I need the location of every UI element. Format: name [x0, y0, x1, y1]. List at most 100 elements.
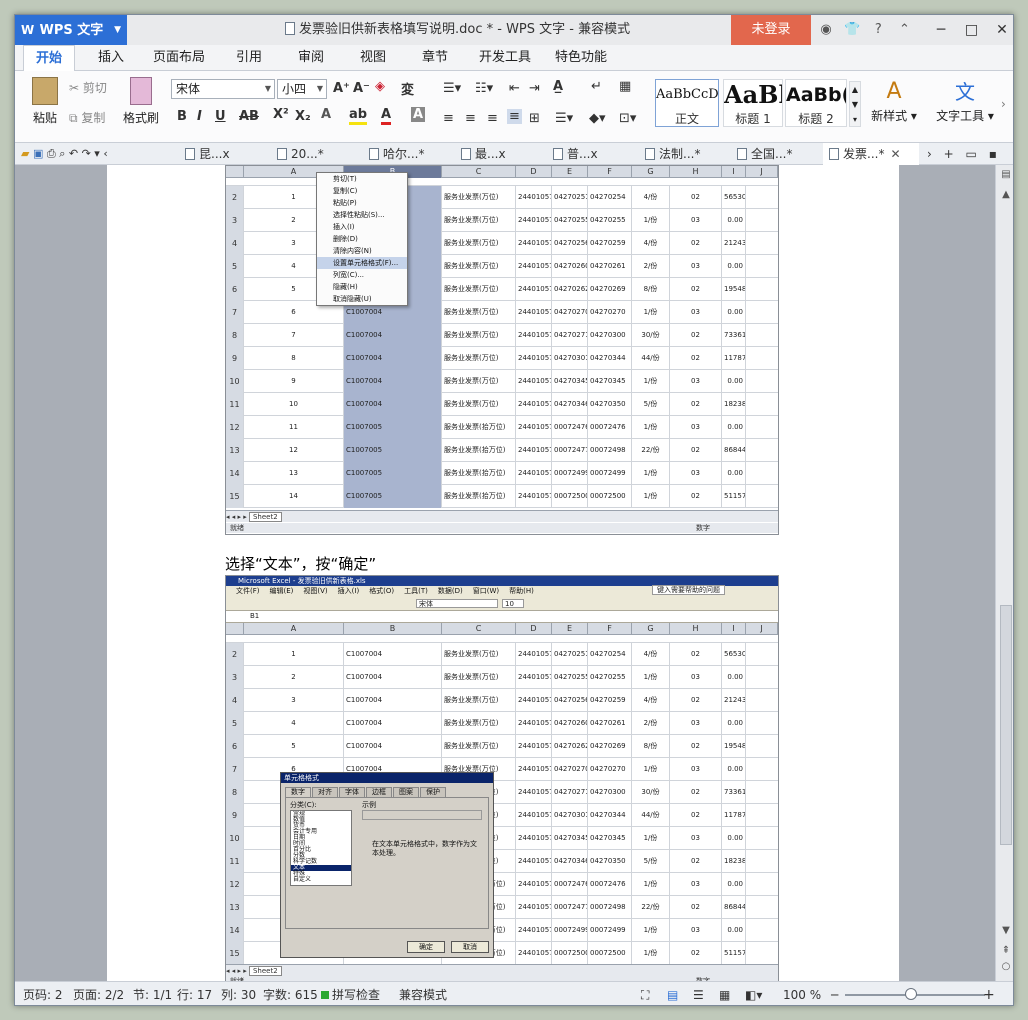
table-cell[interactable]: 04270300 [588, 324, 632, 347]
sheet-tab[interactable]: Sheet2 [248, 966, 282, 976]
char-shading-icon[interactable]: A [411, 107, 426, 122]
table-cell[interactable]: 04270350 [588, 393, 632, 416]
doc-tab-6[interactable]: 法制...* [639, 143, 731, 165]
table-cell[interactable]: 服务业发票(万位) [442, 278, 516, 301]
table-cell[interactable]: C1007005 [344, 416, 442, 439]
table-cell[interactable]: 182382.38 [722, 850, 746, 873]
prev-page-icon[interactable]: ⇞ [996, 945, 1013, 956]
table-cell[interactable]: C1007004 [344, 712, 442, 735]
decrease-indent-icon[interactable]: ⇤ [509, 81, 520, 96]
table-cell[interactable]: 00072500 [552, 942, 588, 965]
row-header[interactable]: 8 [226, 324, 244, 347]
column-header[interactable]: D [516, 623, 552, 635]
table-cell[interactable]: 04270344 [588, 804, 632, 827]
doc-tab-1[interactable]: 昆...x [179, 143, 271, 165]
excel-menu-item[interactable]: 编辑(E) [270, 586, 294, 597]
context-menu-item[interactable]: 剪切(T) [317, 173, 407, 185]
tab-chapter[interactable]: 章节 [411, 45, 459, 71]
table-cell[interactable]: 02 [670, 186, 722, 209]
close-icon[interactable]: ✕ [890, 147, 900, 161]
table-cell[interactable]: 00072477 [552, 896, 588, 919]
table-cell[interactable]: 44/份 [632, 804, 670, 827]
table-cell[interactable]: 7 [244, 324, 344, 347]
table-cell[interactable]: 04270269 [588, 278, 632, 301]
table-cell[interactable]: 0.00 [722, 666, 746, 689]
table-cell[interactable]: 244010570051 [516, 462, 552, 485]
table-cell[interactable]: 0.00 [722, 827, 746, 850]
table-cell[interactable]: 服务业发票(万位) [442, 301, 516, 324]
table-cell[interactable]: 244010570041 [516, 324, 552, 347]
table-cell[interactable]: 03 [670, 255, 722, 278]
excel-menu-item[interactable]: 数据(D) [438, 586, 463, 597]
save-icon[interactable]: ▣ [33, 147, 43, 160]
table-cell[interactable]: 244010570041 [516, 232, 552, 255]
row-header[interactable]: 10 [226, 370, 244, 393]
table-cell[interactable]: 04270270 [588, 758, 632, 781]
table-cell[interactable]: 244010570041 [516, 666, 552, 689]
fullscreen-icon[interactable]: ⛶ [641, 982, 649, 1005]
tab-review[interactable]: 审阅 [287, 45, 335, 71]
table-cell[interactable]: 0.00 [722, 255, 746, 278]
table-cell[interactable]: 244010570041 [516, 643, 552, 666]
tab-menu-icon[interactable]: ▪ [989, 147, 997, 161]
row-header[interactable]: 10 [226, 827, 244, 850]
table-cell[interactable]: 8684490.00 [722, 439, 746, 462]
table-cell[interactable]: 212432.57 [722, 232, 746, 255]
table-cell[interactable]: 00072476 [588, 873, 632, 896]
table-cell[interactable]: 02 [670, 485, 722, 508]
borders-icon[interactable]: ⊡▾ [619, 111, 636, 126]
table-cell[interactable]: 244010570041 [516, 758, 552, 781]
table-cell[interactable]: 服务业发票(万位) [442, 255, 516, 278]
customize-icon[interactable]: ▾ [94, 147, 100, 160]
context-menu-item[interactable]: 隐藏(H) [317, 281, 407, 293]
table-cell[interactable]: 195488.39 [722, 735, 746, 758]
table-cell[interactable]: 03 [670, 919, 722, 942]
open-icon[interactable]: ▰ [21, 147, 29, 160]
row-header[interactable]: 4 [226, 689, 244, 712]
table-cell[interactable]: 03 [670, 462, 722, 485]
row-header[interactable]: 12 [226, 416, 244, 439]
tab-home[interactable]: 开始 [23, 45, 75, 72]
ok-button[interactable]: 确定 [407, 941, 445, 953]
table-cell[interactable]: 511579.31 [722, 942, 746, 965]
table-cell[interactable]: 195488.39 [722, 278, 746, 301]
table-cell[interactable]: 00072499 [552, 462, 588, 485]
table-cell[interactable]: 244010570051 [516, 485, 552, 508]
table-cell[interactable]: 03 [670, 370, 722, 393]
table-cell[interactable]: C1007004 [344, 735, 442, 758]
column-header[interactable]: C [442, 623, 516, 635]
context-menu-item[interactable]: 复制(C) [317, 185, 407, 197]
table-cell[interactable]: 733614.70 [722, 324, 746, 347]
table-cell[interactable]: 00072499 [588, 919, 632, 942]
table-cell[interactable]: 00072500 [552, 485, 588, 508]
spell-check-toggle[interactable]: 拼写检查 [321, 982, 380, 1005]
table-cell[interactable]: 服务业发票(万位) [442, 186, 516, 209]
grow-font-icon[interactable]: A⁺ [333, 81, 350, 96]
table-cell[interactable]: 04270262 [552, 735, 588, 758]
cut-button[interactable]: ✂ 剪切 [69, 79, 107, 96]
table-cell[interactable]: 4/份 [632, 232, 670, 255]
table-cell[interactable]: 02 [670, 804, 722, 827]
highlight-icon[interactable]: ab [349, 107, 368, 125]
column-header[interactable]: B [344, 623, 442, 635]
table-cell[interactable]: 56530.72 [722, 643, 746, 666]
outline-view-icon[interactable]: ☰ [693, 982, 704, 1005]
style-heading-2[interactable]: AaBb( 标题 2 [785, 79, 847, 127]
table-cell[interactable]: 04270255 [552, 209, 588, 232]
table-cell[interactable]: 00072498 [588, 439, 632, 462]
table-cell[interactable]: 1178705.58 [722, 804, 746, 827]
select-all-corner[interactable] [226, 166, 244, 178]
table-cell[interactable]: 服务业发票(万位) [442, 393, 516, 416]
tab-features[interactable]: 特色功能 [549, 45, 613, 71]
table-cell[interactable]: 04270301 [552, 347, 588, 370]
table-cell[interactable]: 244010570041 [516, 804, 552, 827]
table-cell[interactable]: 04270255 [552, 666, 588, 689]
table-cell[interactable]: 04270300 [588, 781, 632, 804]
table-cell[interactable]: 服务业发票(万位) [442, 689, 516, 712]
row-header[interactable]: 4 [226, 232, 244, 255]
table-cell[interactable]: 04270260 [552, 255, 588, 278]
zoom-slider-handle[interactable] [905, 988, 917, 1000]
table-cell[interactable]: 服务业发票(拾万位) [442, 439, 516, 462]
table-cell[interactable]: 244010570041 [516, 255, 552, 278]
web-view-icon[interactable]: ▦ [719, 982, 730, 1005]
